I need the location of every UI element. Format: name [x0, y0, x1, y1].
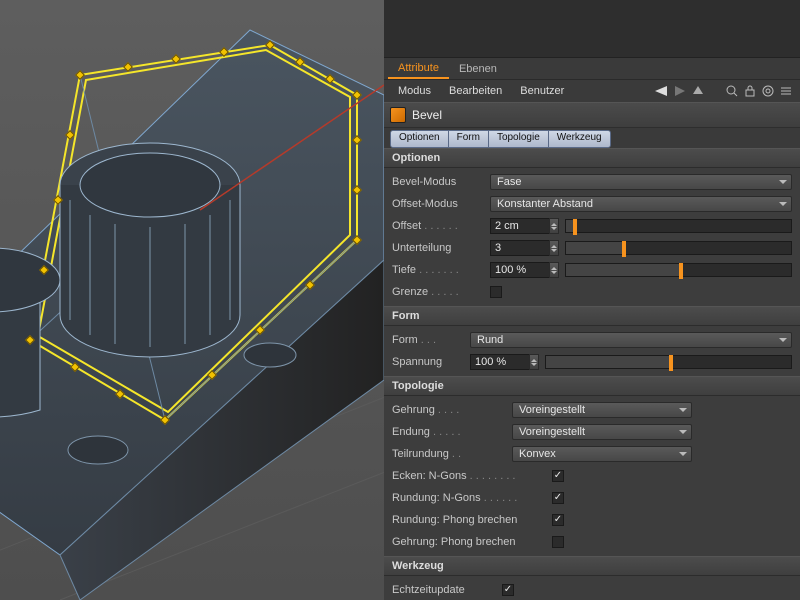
checkbox-ecken-ngons[interactable]	[552, 470, 564, 482]
section-topologie: Topologie	[384, 376, 800, 396]
checkbox-grenze[interactable]	[490, 286, 502, 298]
label-spannung: Spannung	[392, 356, 470, 368]
label-gehrung-phong: Gehrung: Phong brechen	[392, 536, 552, 548]
dropdown-teilrundung[interactable]: Konvex	[512, 446, 692, 462]
menu-icon[interactable]	[778, 84, 794, 98]
checkbox-rundung-phong[interactable]	[552, 514, 564, 526]
label-offset-modus: Offset-Modus	[392, 198, 490, 210]
mode-form[interactable]: Form	[448, 130, 489, 148]
mode-tabs: Optionen Form Topologie Werkzeug	[384, 128, 800, 148]
slider-spannung[interactable]	[545, 355, 792, 369]
tab-ebenen[interactable]: Ebenen	[449, 60, 507, 78]
label-offset: Offset . . . . . .	[392, 220, 490, 232]
menu-benutzer[interactable]: Benutzer	[512, 83, 572, 99]
tab-attribute[interactable]: Attribute	[388, 59, 449, 79]
field-tiefe[interactable]: 100 %	[490, 262, 550, 278]
field-unterteilung[interactable]: 3	[490, 240, 550, 256]
label-grenze: Grenze . . . . .	[392, 286, 490, 298]
panel-menu: Modus Bearbeiten Benutzer	[384, 80, 800, 102]
dropdown-endung[interactable]: Voreingestellt	[512, 424, 692, 440]
search-icon[interactable]	[724, 84, 740, 98]
checkbox-echtzeit[interactable]	[502, 584, 514, 596]
dropdown-bevel-modus[interactable]: Fase	[490, 174, 792, 190]
tool-header: Bevel	[384, 102, 800, 128]
slider-tiefe[interactable]	[565, 263, 792, 277]
spinner-spannung[interactable]	[529, 354, 539, 370]
checkbox-gehrung-phong[interactable]	[552, 536, 564, 548]
tool-name: Bevel	[412, 108, 442, 122]
dropdown-offset-modus[interactable]: Konstanter Abstand	[490, 196, 792, 212]
dropdown-form[interactable]: Rund	[470, 332, 792, 348]
menu-modus[interactable]: Modus	[390, 83, 439, 99]
dropdown-gehrung[interactable]: Voreingestellt	[512, 402, 692, 418]
mode-topologie[interactable]: Topologie	[488, 130, 549, 148]
section-optionen: Optionen	[384, 148, 800, 168]
panel-top-spacer	[384, 0, 800, 58]
label-unterteilung: Unterteilung	[392, 242, 490, 254]
field-spannung[interactable]: 100 %	[470, 354, 530, 370]
mode-werkzeug[interactable]: Werkzeug	[548, 130, 611, 148]
label-teilrundung: Teilrundung . .	[392, 448, 512, 460]
label-rundung-phong: Rundung: Phong brechen	[392, 514, 552, 526]
label-form: Form . . .	[392, 334, 470, 346]
spinner-offset[interactable]	[549, 218, 559, 234]
label-ecken-ngons: Ecken: N-Gons . . . . . . . .	[392, 470, 552, 482]
field-offset[interactable]: 2 cm	[490, 218, 550, 234]
label-echtzeit: Echtzeitupdate	[392, 584, 502, 596]
nav-back-icon[interactable]	[654, 84, 670, 98]
slider-unterteilung[interactable]	[565, 241, 792, 255]
panel-tabs: Attribute Ebenen	[384, 58, 800, 80]
section-werkzeug: Werkzeug	[384, 556, 800, 576]
label-bevel-modus: Bevel-Modus	[392, 176, 490, 188]
label-tiefe: Tiefe . . . . . . .	[392, 264, 490, 276]
attribute-panel: Attribute Ebenen Modus Bearbeiten Benutz…	[384, 0, 800, 600]
slider-offset[interactable]	[565, 219, 792, 233]
nav-fwd-icon[interactable]	[672, 84, 688, 98]
section-form: Form	[384, 306, 800, 326]
viewport-3d[interactable]	[0, 0, 384, 600]
menu-bearbeiten[interactable]: Bearbeiten	[441, 83, 510, 99]
spinner-tiefe[interactable]	[549, 262, 559, 278]
mode-optionen[interactable]: Optionen	[390, 130, 449, 148]
bevel-tool-icon	[390, 107, 406, 123]
nav-up-icon[interactable]	[690, 84, 706, 98]
label-endung: Endung . . . . .	[392, 426, 512, 438]
label-gehrung: Gehrung . . . .	[392, 404, 512, 416]
target-icon[interactable]	[760, 84, 776, 98]
label-rundung-ngons: Rundung: N-Gons . . . . . .	[392, 492, 552, 504]
spinner-unterteilung[interactable]	[549, 240, 559, 256]
checkbox-rundung-ngons[interactable]	[552, 492, 564, 504]
lock-icon[interactable]	[742, 84, 758, 98]
